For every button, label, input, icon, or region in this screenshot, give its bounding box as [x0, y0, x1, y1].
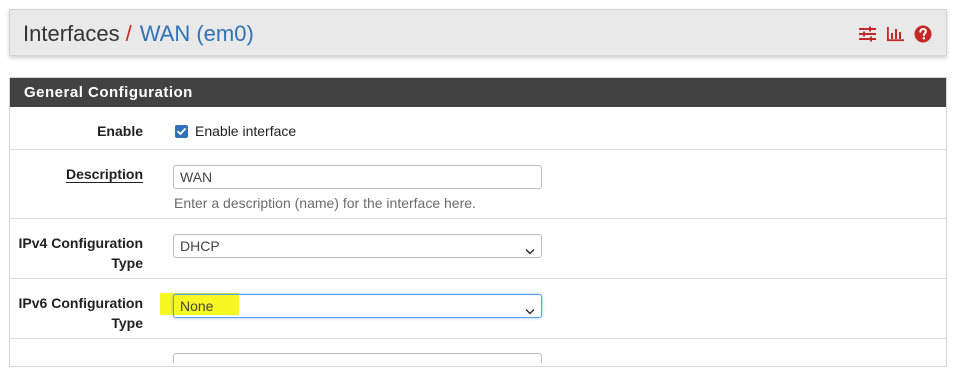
enable-label: Enable: [97, 123, 143, 139]
ipv6-config-label: IPv6 Configuration Type: [19, 293, 143, 333]
description-label[interactable]: Description: [66, 164, 143, 184]
breadcrumb-interfaces-link[interactable]: Interfaces: [23, 21, 120, 46]
breadcrumb-separator: /: [125, 21, 132, 46]
ipv6-config-label-line1: IPv6 Configuration: [18, 295, 143, 311]
breadcrumb: Interfaces / WAN (em0): [23, 21, 254, 47]
description-help-text: Enter a description (name) for the inter…: [174, 195, 476, 211]
ipv4-config-selected: DHCP: [180, 238, 220, 254]
ipv4-config-row: IPv4 Configuration Type DHCP: [10, 218, 946, 279]
ipv4-config-label-line2: Type: [111, 255, 143, 271]
ipv4-config-select[interactable]: DHCP: [173, 234, 542, 258]
ipv6-config-select[interactable]: None: [173, 294, 542, 318]
panel-heading: General Configuration: [10, 78, 946, 107]
bar-chart-icon[interactable]: [885, 24, 905, 44]
ipv6-config-row: IPv6 Configuration Type None: [10, 278, 946, 339]
enable-interface-label[interactable]: Enable interface: [195, 121, 296, 141]
mac-address-input-partial[interactable]: [173, 353, 542, 363]
header-icons: [857, 24, 933, 44]
help-icon[interactable]: [913, 24, 933, 44]
next-row: [10, 338, 946, 369]
breadcrumb-current-link[interactable]: WAN (em0): [140, 21, 254, 46]
settings-sliders-icon[interactable]: [857, 24, 877, 44]
ipv4-config-label-line1: IPv4 Configuration: [18, 235, 143, 251]
ipv4-config-label: IPv4 Configuration Type: [19, 233, 143, 273]
chevron-down-icon: [525, 242, 535, 260]
description-row: Description Enter a description (name) f…: [10, 149, 946, 219]
enable-row: Enable Enable interface: [10, 107, 946, 149]
page-header: Interfaces / WAN (em0): [9, 9, 947, 56]
enable-checkbox[interactable]: [175, 125, 188, 138]
ipv6-config-label-line2: Type: [111, 315, 143, 331]
general-configuration-panel: General Configuration Enable Enable inte…: [9, 77, 947, 367]
chevron-down-icon: [525, 302, 535, 320]
description-input[interactable]: [173, 165, 542, 189]
ipv6-config-selected: None: [180, 298, 214, 314]
